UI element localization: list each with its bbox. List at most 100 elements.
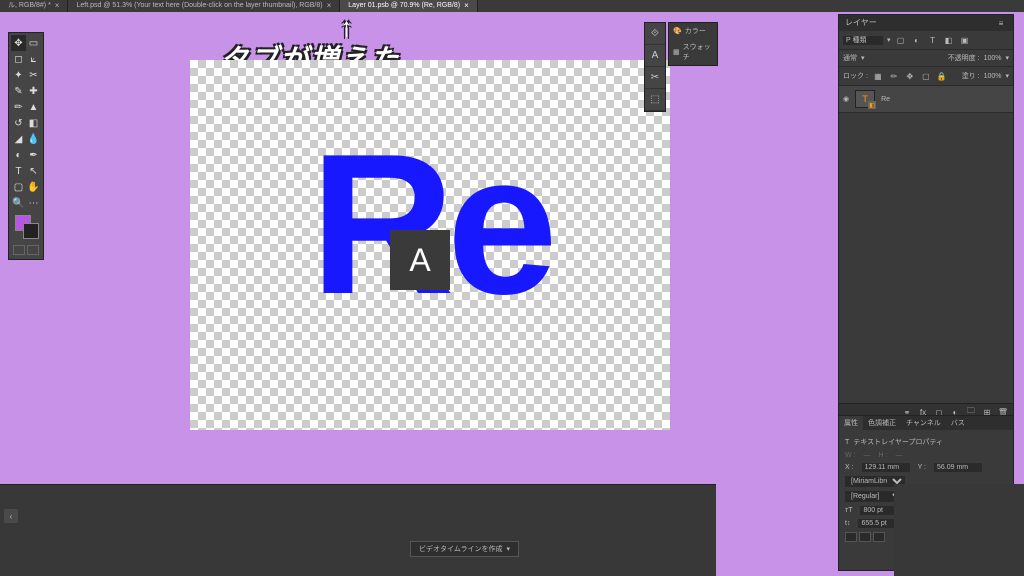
tab-label: ル, RGB/8#) * xyxy=(8,0,51,12)
filter-smart-icon[interactable]: ▣ xyxy=(959,34,971,46)
visibility-toggle-icon[interactable]: ◉ xyxy=(843,95,849,103)
dodge-tool-icon[interactable]: ◐ xyxy=(11,147,26,163)
layers-list-empty xyxy=(839,113,1013,403)
zoom-tool-icon[interactable]: 🔍 xyxy=(11,195,26,211)
y-input[interactable] xyxy=(934,463,982,472)
lock-label: ロック : xyxy=(843,71,868,81)
type-cursor-icon: A xyxy=(390,230,450,290)
stamp-tool-icon[interactable]: ▲ xyxy=(26,99,41,115)
dropdown-icon[interactable]: ▾ xyxy=(1005,54,1009,62)
layer-filter-select[interactable] xyxy=(843,36,883,45)
dropdown-icon[interactable]: ▾ xyxy=(1005,72,1009,80)
brush-tool-icon[interactable]: ✏ xyxy=(11,99,26,115)
document-tab[interactable]: ル, RGB/8#) * × xyxy=(0,0,68,12)
type-tool-icon[interactable]: T xyxy=(11,163,26,179)
x-label: X : xyxy=(845,464,854,471)
quickmask-icon[interactable] xyxy=(13,245,25,255)
tab-paths[interactable]: バス xyxy=(946,416,970,430)
panel-menu-icon[interactable]: ≡ xyxy=(995,17,1007,29)
height-value: — xyxy=(895,452,902,459)
document-tabbar: ル, RGB/8#) * × Left.psd @ 51.3% (Your te… xyxy=(0,0,1024,12)
layer-row[interactable]: ◉ T ◧ Re xyxy=(839,86,1013,113)
crop-tool-icon[interactable]: ✂ xyxy=(26,67,41,83)
bottom-right-filler xyxy=(894,484,1024,576)
align-center-icon[interactable] xyxy=(859,532,871,542)
filter-adjust-icon[interactable]: ◐ xyxy=(911,34,923,46)
brushes-panel-icon[interactable]: ⟐ xyxy=(645,23,665,45)
blend-mode-select[interactable]: 通常 xyxy=(843,53,857,63)
y-label: Y : xyxy=(918,464,926,471)
artboard-tool-icon[interactable]: ▭ xyxy=(26,35,41,51)
width-value: — xyxy=(864,452,871,459)
lock-position-icon[interactable]: ✥ xyxy=(904,70,916,82)
filter-type-icon[interactable]: T xyxy=(927,34,939,46)
tab-properties[interactable]: 属性 xyxy=(839,416,863,430)
close-icon[interactable]: × xyxy=(464,0,469,12)
gradient-tool-icon[interactable]: ◢ xyxy=(11,131,26,147)
color-swatch-mini-panel: 🎨カラー ▦スウォッチ xyxy=(668,22,718,66)
opacity-value[interactable]: 100% xyxy=(984,55,1002,62)
grid-icon: ▦ xyxy=(673,48,680,56)
eraser-tool-icon[interactable]: ◧ xyxy=(26,115,41,131)
type-layer-icon: T xyxy=(845,439,849,446)
tab-channels[interactable]: チャンネル xyxy=(901,416,946,430)
canvas-area[interactable]: Re A xyxy=(190,60,670,430)
fill-value[interactable]: 100% xyxy=(984,73,1002,80)
close-icon[interactable]: × xyxy=(55,0,60,12)
eyedropper-tool-icon[interactable]: ✎ xyxy=(11,83,26,99)
swatch-panel-toggle[interactable]: ▦スウォッチ xyxy=(669,39,717,65)
layer-thumbnail[interactable]: T ◧ xyxy=(855,90,875,108)
history-brush-tool-icon[interactable]: ↺ xyxy=(11,115,26,131)
lock-artboard-icon[interactable]: ▢ xyxy=(920,70,932,82)
heal-tool-icon[interactable]: ✚ xyxy=(26,83,41,99)
align-right-icon[interactable] xyxy=(873,532,885,542)
marquee-tool-icon[interactable]: ◻ xyxy=(11,51,26,67)
color-swatches[interactable] xyxy=(11,211,41,243)
pen-tool-icon[interactable]: ✒ xyxy=(26,147,41,163)
tab-adjustments[interactable]: 色調補正 xyxy=(863,416,901,430)
dropdown-icon[interactable]: ▾ xyxy=(861,54,865,62)
smart-object-badge-icon: ◧ xyxy=(868,101,876,109)
wand-tool-icon[interactable]: ✦ xyxy=(11,67,26,83)
blur-tool-icon[interactable]: 💧 xyxy=(26,131,41,147)
leading-icon: t↕ xyxy=(845,520,850,527)
height-label: H : xyxy=(879,452,888,459)
canvas[interactable]: Re A xyxy=(190,60,670,430)
x-input[interactable] xyxy=(862,463,910,472)
filter-image-icon[interactable]: ▢ xyxy=(895,34,907,46)
panel-title: レイヤー xyxy=(845,17,877,29)
document-tab[interactable]: Layer 01.psb @ 70.9% (Re, RGB/8) × xyxy=(340,0,477,12)
screenmode-icon[interactable] xyxy=(27,245,39,255)
libraries-panel-icon[interactable]: ⬚ xyxy=(645,89,665,111)
path-tool-icon[interactable]: ↖ xyxy=(26,163,41,179)
layer-name[interactable]: Re xyxy=(881,96,890,103)
palette-icon: 🎨 xyxy=(673,27,682,35)
collapsed-panel-dock: ⟐ A ✂ ⬚ xyxy=(644,22,666,112)
collapse-arrow-icon[interactable]: ‹ xyxy=(4,509,18,523)
timeline-panel: ‹ ビデオタイムラインを作成 ▾ xyxy=(0,484,716,576)
lock-all-icon[interactable]: 🔒 xyxy=(936,70,948,82)
dropdown-icon[interactable]: ▾ xyxy=(887,36,891,44)
align-left-icon[interactable] xyxy=(845,532,857,542)
paragraph-panel-icon[interactable]: ✂ xyxy=(645,67,665,89)
close-icon[interactable]: × xyxy=(327,0,332,12)
document-tab[interactable]: Left.psd @ 51.3% (Your text here (Double… xyxy=(68,0,340,12)
lock-pixels-icon[interactable]: ✏ xyxy=(888,70,900,82)
hand-tool-icon[interactable]: ✋ xyxy=(26,179,41,195)
width-label: W : xyxy=(845,452,856,459)
filter-shape-icon[interactable]: ◧ xyxy=(943,34,955,46)
panel-header: レイヤー ≡ xyxy=(839,15,1013,31)
text-layer-content[interactable]: Re xyxy=(310,125,550,325)
font-size-icon: тT xyxy=(845,507,852,514)
lock-transparency-icon[interactable]: ▦ xyxy=(872,70,884,82)
tab-label: Left.psd @ 51.3% (Your text here (Double… xyxy=(76,0,322,12)
shape-tool-icon[interactable]: ▢ xyxy=(11,179,26,195)
lasso-tool-icon[interactable]: ⟀ xyxy=(26,51,41,67)
layers-panel: レイヤー ≡ ▾ ▢ ◐ T ◧ ▣ 通常 ▾ 不透明度 : 100% ▾ ロッ… xyxy=(838,14,1014,421)
edit-toolbar-icon[interactable]: ⋯ xyxy=(26,195,41,211)
character-panel-icon[interactable]: A xyxy=(645,45,665,67)
move-tool-icon[interactable]: ✥ xyxy=(11,35,26,51)
background-swatch[interactable] xyxy=(23,223,39,239)
create-timeline-button[interactable]: ビデオタイムラインを作成 ▾ xyxy=(410,541,519,557)
color-panel-toggle[interactable]: 🎨カラー xyxy=(669,23,717,39)
